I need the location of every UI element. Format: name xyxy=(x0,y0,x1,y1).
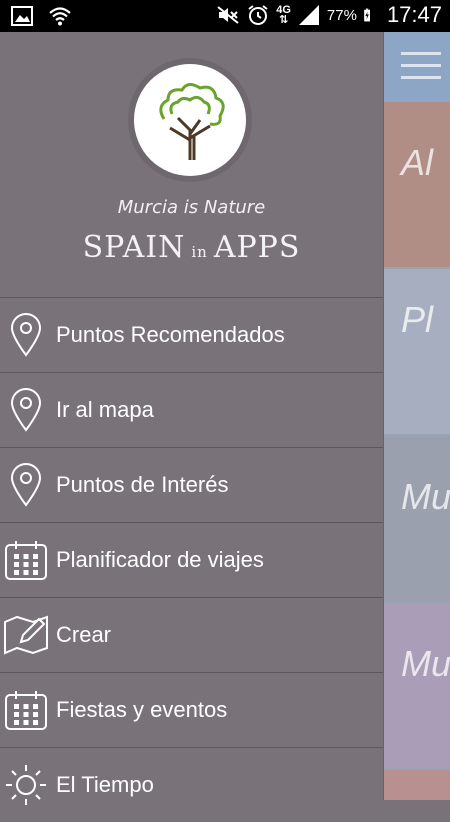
hamburger-menu-icon[interactable] xyxy=(401,52,441,82)
menu-item-el-tiempo[interactable]: El Tiempo xyxy=(0,747,383,822)
signal-icon xyxy=(298,5,319,25)
menu-item-label: Fiestas y eventos xyxy=(56,697,228,722)
menu-item-label: Puntos Recomendados xyxy=(56,322,285,347)
clock: 17:47 xyxy=(386,2,442,27)
menu-item-ir-al-mapa[interactable]: Ir al mapa xyxy=(0,372,383,447)
menu-item-crear[interactable]: Crear xyxy=(0,597,383,672)
app-logo xyxy=(128,58,252,182)
wifi-icon xyxy=(49,7,71,26)
edit-map-icon xyxy=(2,611,50,659)
calendar-icon xyxy=(2,536,50,584)
battery-percent: 77% xyxy=(326,6,357,24)
status-bar: 4G ⇅ 77% 17:47 xyxy=(0,0,450,32)
location-pin-icon xyxy=(2,386,50,434)
menu-item-label: Puntos de Interés xyxy=(56,472,229,497)
menu-item-puntos-de-interes[interactable]: Puntos de Interés xyxy=(0,447,383,522)
tagline: Murcia is Nature xyxy=(117,197,266,218)
location-pin-icon xyxy=(2,311,50,359)
background-card[interactable]: Mu xyxy=(383,603,450,768)
background-card[interactable]: Pl xyxy=(383,269,450,434)
menu-item-planificador-de-viajes[interactable]: Planificador de viajes xyxy=(0,522,383,597)
calendar-icon xyxy=(2,686,50,734)
menu-item-label: Crear xyxy=(56,622,112,647)
background-card[interactable]: Al xyxy=(383,102,450,267)
navigation-drawer: Murcia is Nature SPAIN in APPS Puntos Reco… xyxy=(0,32,384,805)
image-icon xyxy=(11,6,33,26)
drawer-menu: Puntos Recomendados Ir al mapa Puntos de… xyxy=(0,297,383,822)
location-pin-icon xyxy=(2,461,50,509)
menu-item-puntos-recomendados[interactable]: Puntos Recomendados xyxy=(0,297,383,372)
menu-item-label: Ir al mapa xyxy=(56,397,154,422)
app-toolbar xyxy=(383,32,450,102)
alarm-icon xyxy=(248,5,268,25)
sun-icon xyxy=(2,761,50,809)
menu-item-label: El Tiempo xyxy=(56,772,154,797)
background-card[interactable]: Mu xyxy=(383,436,450,601)
mute-icon xyxy=(217,6,239,24)
menu-item-label: Planificador de viajes xyxy=(56,547,264,572)
network-type: 4G ⇅ xyxy=(276,4,291,26)
background-card[interactable] xyxy=(383,770,450,800)
brand-logo-text: SPAIN in APPS xyxy=(82,230,301,265)
background-content: Al Pl Mu Mu xyxy=(383,32,450,800)
tree-icon xyxy=(159,83,225,160)
menu-item-fiestas-y-eventos[interactable]: Fiestas y eventos xyxy=(0,672,383,747)
battery-charging-icon xyxy=(364,8,370,22)
